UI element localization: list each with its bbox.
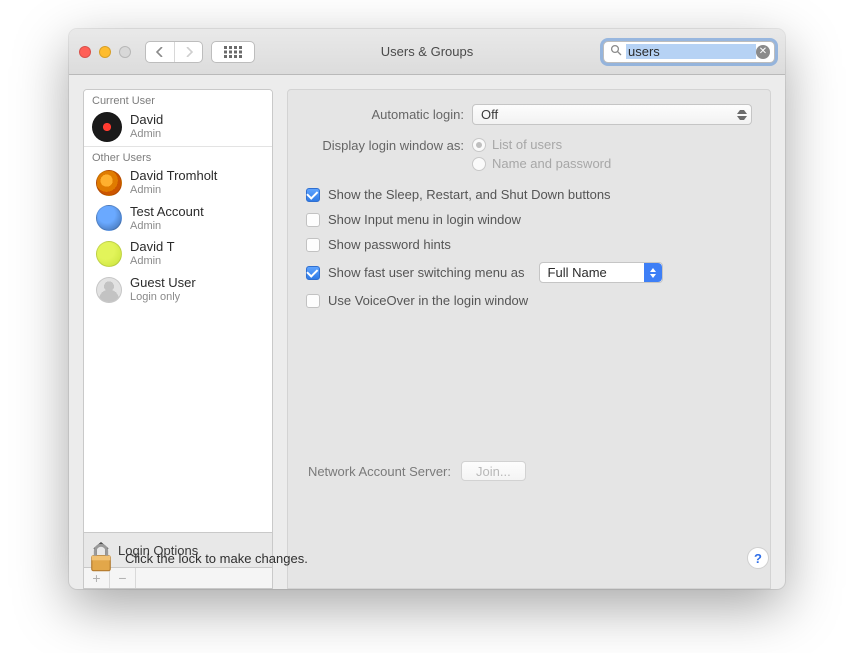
user-row[interactable]: Test Account Admin [84,201,272,237]
checkbox-icon [306,238,320,252]
clear-search-button[interactable]: ✕ [756,45,770,59]
user-name: David Tromholt [130,169,217,184]
search-field[interactable]: users ✕ [603,41,775,63]
avatar [96,241,122,267]
current-user-row[interactable]: David Admin [84,108,272,146]
user-name: David [130,113,163,128]
other-users-heading: Other Users [84,147,272,165]
user-name: David T [130,240,175,255]
stepper-icon [737,108,747,122]
user-name: Test Account [130,205,204,220]
help-button[interactable]: ? [747,547,769,569]
lock-icon[interactable] [87,543,115,573]
login-options-panel: Automatic login: Off Display login windo… [287,89,771,589]
preferences-window: Users & Groups users ✕ Current User Davi… [69,29,785,589]
checkbox-icon [306,213,320,227]
join-button[interactable]: Join... [461,461,526,481]
user-row[interactable]: David Tromholt Admin [84,165,272,201]
radio-name-and-password[interactable]: Name and password [472,156,611,171]
current-user-heading: Current User [84,90,272,108]
radio-list-of-users[interactable]: List of users [472,137,611,152]
user-row[interactable]: David T Admin [84,236,272,272]
checkbox-password-hints[interactable]: Show password hints [306,237,752,252]
checkbox-input-menu[interactable]: Show Input menu in login window [306,212,752,227]
nav-segment [145,41,203,63]
search-input[interactable]: users [626,44,756,59]
toolbar: Users & Groups users ✕ [69,29,785,75]
automatic-login-label: Automatic login: [306,107,464,122]
network-account-row: Network Account Server: Join... [293,461,526,481]
back-button[interactable] [146,42,174,62]
user-name: Guest User [130,276,196,291]
radio-icon [472,138,486,152]
window-controls [79,46,131,58]
radio-icon [472,157,486,171]
checkbox-icon [306,266,320,280]
forward-button[interactable] [174,42,202,62]
lock-hint: Click the lock to make changes. [125,551,308,566]
zoom-window-button [119,46,131,58]
checkbox-sleep-restart-shutdown[interactable]: Show the Sleep, Restart, and Shut Down b… [306,187,752,202]
network-account-label: Network Account Server: [293,464,451,479]
user-role: Admin [130,184,217,197]
checkbox-fast-user-switching[interactable]: Show fast user switching menu as Full Na… [306,262,752,283]
minimize-window-button[interactable] [99,46,111,58]
close-window-button[interactable] [79,46,91,58]
user-role: Login only [130,291,196,304]
content-area: Current User David Admin Other Users Dav… [69,75,785,589]
users-sidebar: Current User David Admin Other Users Dav… [83,89,273,589]
stepper-icon [644,263,662,282]
checkbox-icon [306,188,320,202]
fast-user-switching-popup[interactable]: Full Name [539,262,663,283]
show-all-button[interactable] [211,41,255,63]
footer: Click the lock to make changes. ? [87,543,769,573]
avatar [92,112,122,142]
avatar [96,205,122,231]
display-login-as-label: Display login window as: [306,137,464,153]
checkbox-voiceover[interactable]: Use VoiceOver in the login window [306,293,752,308]
user-row[interactable]: Guest User Login only [84,272,272,308]
avatar [96,277,122,303]
user-role: Admin [130,220,204,233]
checkbox-icon [306,294,320,308]
automatic-login-popup[interactable]: Off [472,104,752,125]
user-role: Admin [130,128,163,141]
avatar [96,170,122,196]
search-icon [610,44,622,59]
user-role: Admin [130,255,175,268]
